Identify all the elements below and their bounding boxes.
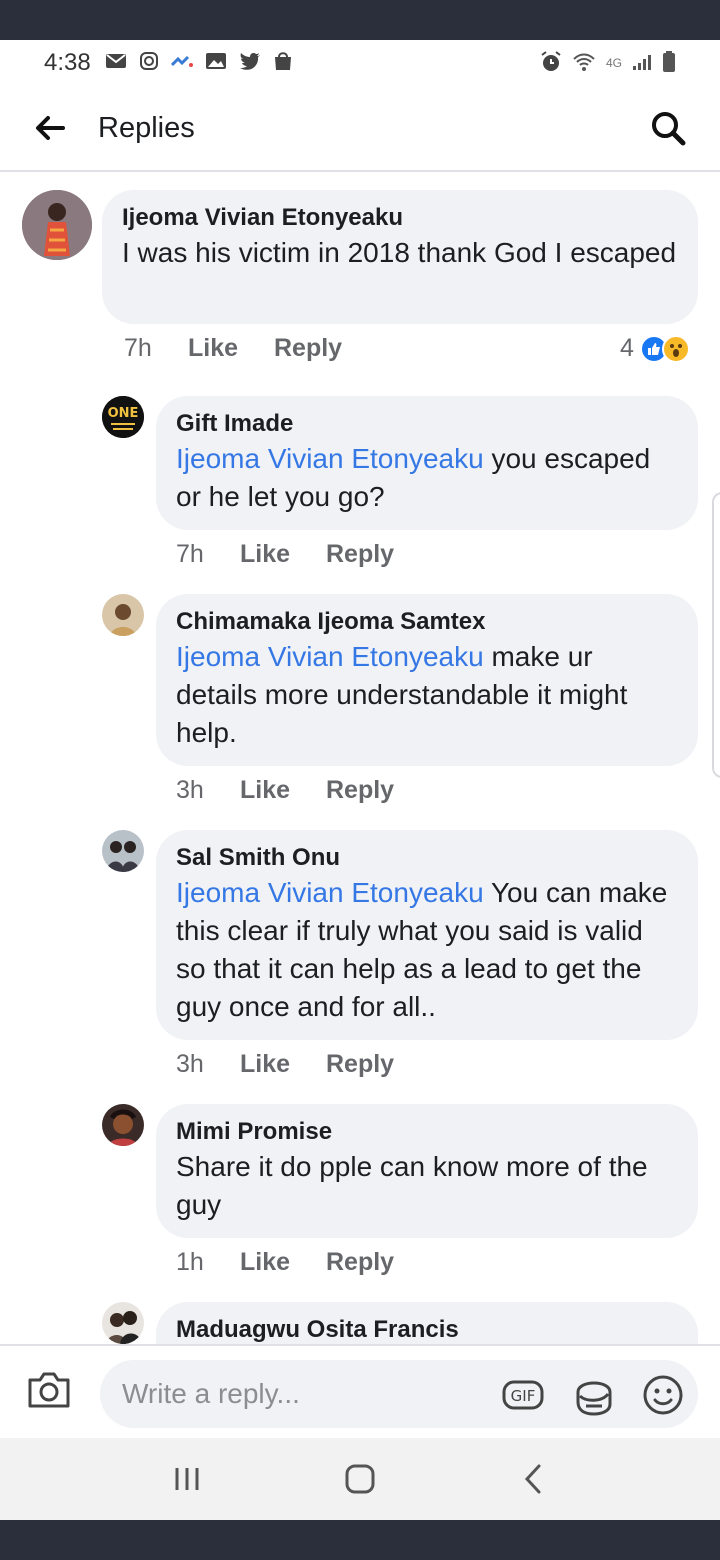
- avatar[interactable]: [102, 1104, 144, 1146]
- reaction-count: 4: [620, 334, 634, 362]
- reactions-summary[interactable]: 4: [620, 334, 690, 363]
- avatar[interactable]: [102, 1302, 144, 1344]
- comment-author[interactable]: Ijeoma Vivian Etonyeaku: [122, 202, 678, 234]
- shopping-bag-icon: [273, 51, 293, 75]
- search-button[interactable]: [648, 108, 688, 148]
- avatar-logo-text: ONE: [108, 406, 139, 421]
- reply-composer: GIF: [0, 1344, 720, 1438]
- system-back-button[interactable]: [508, 1454, 558, 1504]
- comment-actions: 3h Like Reply: [176, 1050, 394, 1079]
- comment-time: 7h: [176, 540, 204, 568]
- arrow-left-icon: [36, 116, 65, 140]
- mention-link[interactable]: Ijeoma Vivian Etonyeaku: [176, 877, 484, 908]
- search-icon: [652, 112, 686, 146]
- mail-icon: [105, 53, 127, 73]
- comment-bubble[interactable]: Chimamaka Ijeoma Samtex Ijeoma Vivian Et…: [156, 594, 698, 766]
- camera-button[interactable]: [26, 1370, 72, 1416]
- system-icons: 4G: [540, 50, 676, 76]
- network-type-label: 4G: [605, 56, 622, 70]
- app-bar: Replies: [0, 86, 720, 172]
- comment-actions: 1h Like Reply: [176, 1248, 394, 1277]
- comment-actions: 7h Like Reply: [124, 334, 342, 363]
- scroll-indicator[interactable]: [712, 492, 720, 778]
- comment-text: Ijeoma Vivian Etonyeaku make ur details …: [176, 638, 678, 752]
- camera-icon: [28, 1372, 70, 1408]
- like-button[interactable]: Like: [240, 1050, 326, 1079]
- like-button[interactable]: Like: [240, 1248, 326, 1277]
- sticker-button[interactable]: [572, 1374, 614, 1416]
- device-frame-bottom: [0, 1520, 720, 1560]
- alarm-icon: [540, 50, 562, 76]
- comment-author[interactable]: Chimamaka Ijeoma Samtex: [176, 606, 678, 638]
- comment-actions: 3h Like Reply: [176, 776, 394, 805]
- avatar[interactable]: ONE: [102, 396, 144, 438]
- comment-bubble[interactable]: Mimi Promise Share it do pple can know m…: [156, 1104, 698, 1238]
- comment-time: 1h: [176, 1248, 204, 1276]
- avatar[interactable]: [102, 594, 144, 636]
- comment-text: Share it do pple can know more of the gu…: [176, 1151, 648, 1220]
- recent-apps-icon: [175, 1468, 199, 1490]
- system-navigation-bar: [0, 1438, 720, 1520]
- like-button[interactable]: Like: [240, 540, 326, 569]
- home-icon: [345, 1464, 375, 1494]
- comment-author[interactable]: Sal Smith Onu: [176, 842, 678, 874]
- reply-button[interactable]: Reply: [274, 334, 342, 363]
- reply-button[interactable]: Reply: [326, 540, 394, 569]
- comment-actions: 7h Like Reply: [176, 540, 394, 569]
- avatar[interactable]: [102, 830, 144, 872]
- chevron-left-icon: [525, 1464, 541, 1494]
- comment-bubble[interactable]: Maduagwu Osita Francis: [156, 1302, 698, 1344]
- mention-link[interactable]: Ijeoma Vivian Etonyeaku: [176, 443, 484, 474]
- back-button[interactable]: [32, 110, 68, 146]
- comment-time: 3h: [176, 1050, 204, 1078]
- wow-reaction-icon: [661, 334, 690, 363]
- like-button[interactable]: Like: [240, 776, 326, 805]
- gif-icon: GIF: [502, 1380, 544, 1410]
- comment-author[interactable]: Mimi Promise: [176, 1116, 678, 1148]
- comment-bubble[interactable]: Ijeoma Vivian Etonyeaku I was his victim…: [102, 190, 698, 324]
- status-bar: 4:38 4G: [0, 40, 720, 86]
- comment-author[interactable]: Gift Imade: [176, 408, 678, 440]
- status-time: 4:38: [44, 49, 91, 76]
- comment-author[interactable]: Maduagwu Osita Francis: [176, 1314, 678, 1344]
- phone-screen: 4:38 4G Replies Ijeoma Vivian Etonyeaku …: [0, 40, 720, 1520]
- recent-apps-button[interactable]: [162, 1454, 212, 1504]
- comment-text: I was his victim in 2018 thank God I esc…: [122, 237, 677, 268]
- mention-link[interactable]: Ijeoma Vivian Etonyeaku: [176, 641, 484, 672]
- gif-button[interactable]: GIF: [502, 1374, 544, 1416]
- battery-icon: [662, 50, 676, 76]
- avatar[interactable]: [22, 190, 92, 260]
- reply-button[interactable]: Reply: [326, 1248, 394, 1277]
- instagram-icon: [139, 51, 159, 75]
- comment-text: Ijeoma Vivian Etonyeaku you escaped or h…: [176, 440, 678, 516]
- emoji-icon: [643, 1375, 683, 1415]
- notification-icons: [105, 51, 293, 75]
- messenger-icon: [170, 53, 193, 73]
- twitter-icon: [239, 52, 261, 74]
- gallery-icon: [205, 52, 227, 74]
- comment-bubble[interactable]: Sal Smith Onu Ijeoma Vivian Etonyeaku Yo…: [156, 830, 698, 1040]
- device-frame-top: [0, 0, 720, 40]
- gif-label: GIF: [511, 1387, 536, 1405]
- comment-text: Ijeoma Vivian Etonyeaku You can make thi…: [176, 874, 678, 1026]
- comment-time: 3h: [176, 776, 204, 804]
- reply-button[interactable]: Reply: [326, 776, 394, 805]
- comment-time: 7h: [124, 334, 152, 362]
- reply-button[interactable]: Reply: [326, 1050, 394, 1079]
- home-button[interactable]: [335, 1454, 385, 1504]
- wifi-icon: [572, 52, 596, 75]
- like-button[interactable]: Like: [188, 334, 274, 363]
- emoji-button[interactable]: [642, 1374, 684, 1416]
- replies-list: Ijeoma Vivian Etonyeaku I was his victim…: [0, 174, 720, 1344]
- page-title: Replies: [98, 111, 195, 144]
- sticker-icon: [576, 1381, 612, 1416]
- signal-icon: [632, 53, 652, 74]
- comment-bubble[interactable]: Gift Imade Ijeoma Vivian Etonyeaku you e…: [156, 396, 698, 530]
